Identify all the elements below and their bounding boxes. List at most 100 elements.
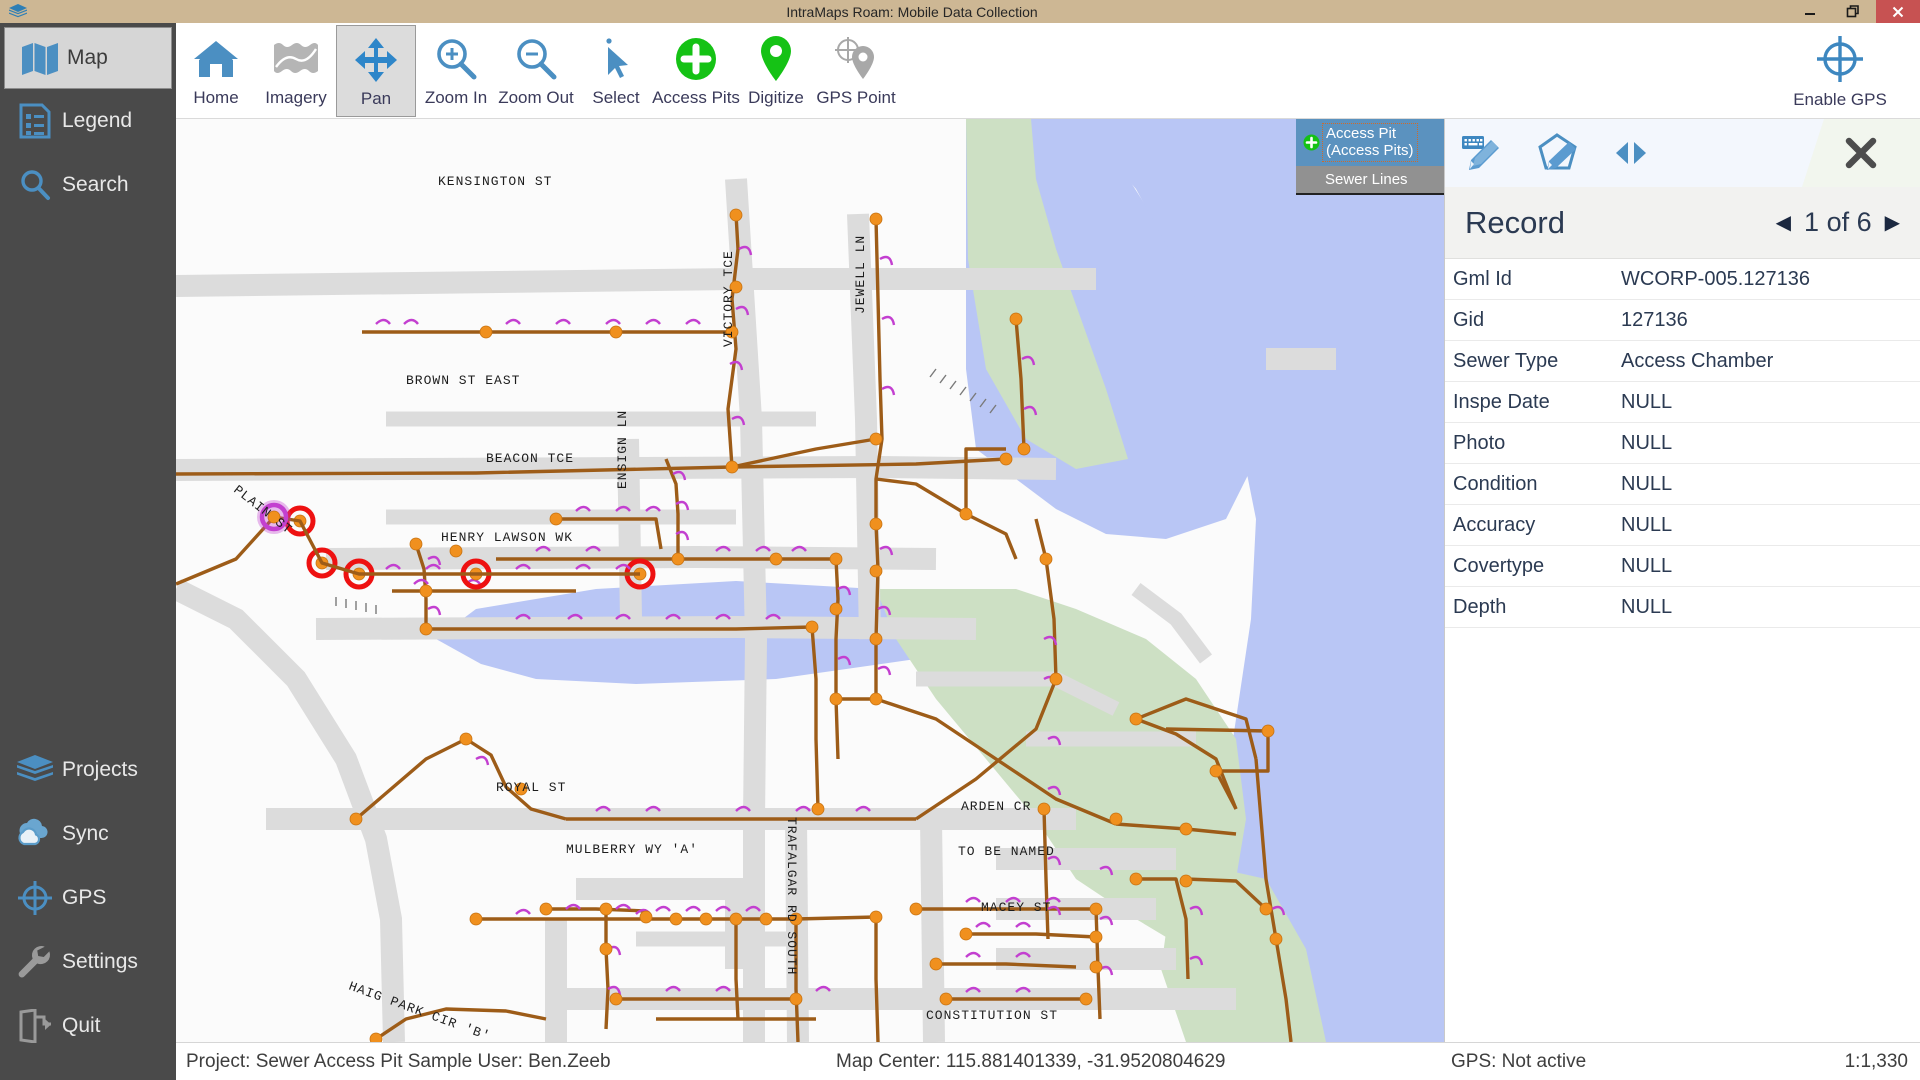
close-icon[interactable] xyxy=(1802,119,1920,187)
tool-label: Digitize xyxy=(748,88,804,107)
zoom-out-icon xyxy=(512,31,560,87)
pan-icon xyxy=(353,32,399,88)
sidebar-item-search[interactable]: Search xyxy=(0,153,176,217)
tool-select[interactable]: Select xyxy=(576,25,656,117)
status-gps: GPS: Not active xyxy=(1451,1050,1587,1072)
record-field-list: Gml Id WCORP-005.127136 Gid 127136 Sewer… xyxy=(1445,259,1920,628)
street-label: CONSTITUTION ST xyxy=(926,1008,1058,1023)
record-field-value[interactable]: 127136 xyxy=(1621,309,1920,332)
imagery-icon xyxy=(270,31,322,87)
record-field-value[interactable]: NULL xyxy=(1621,391,1920,414)
record-row: Photo NULL xyxy=(1445,423,1920,464)
sidebar-item-projects[interactable]: Projects xyxy=(0,738,176,802)
add-green-icon xyxy=(1300,134,1322,151)
status-project-user: Project: Sewer Access Pit Sample User: B… xyxy=(186,1050,611,1072)
record-field-value[interactable]: NULL xyxy=(1621,473,1920,496)
street-label: TO BE NAMED xyxy=(958,844,1055,859)
record-row: Gid 127136 xyxy=(1445,300,1920,341)
sidebar-item-label: Search xyxy=(62,173,129,196)
sidebar-item-label: Legend xyxy=(62,109,133,132)
record-prev-button[interactable]: ◀ xyxy=(1776,210,1791,235)
street-label: BROWN ST EAST xyxy=(406,373,520,388)
street-label: ENSIGN LN xyxy=(615,410,630,489)
record-field-key: Sewer Type xyxy=(1453,349,1559,372)
zoom-in-icon xyxy=(432,31,480,87)
minimize-button[interactable] xyxy=(1788,0,1832,23)
crosshair-icon xyxy=(12,879,58,917)
window-titlebar: IntraMaps Roam: Mobile Data Collection xyxy=(0,0,1920,23)
keyboard-pencil-icon[interactable] xyxy=(1459,130,1505,176)
street-label: ROYAL ST xyxy=(496,780,566,795)
polygon-pencil-icon[interactable] xyxy=(1535,130,1581,176)
close-button[interactable] xyxy=(1876,0,1920,23)
record-navigation: ◀ 1 of 6 ▶ xyxy=(1776,207,1900,238)
record-row: Sewer Type Access Chamber xyxy=(1445,341,1920,382)
tool-label: Select xyxy=(592,88,640,107)
street-label: BEACON TCE xyxy=(486,451,574,466)
record-field-key: Depth xyxy=(1453,595,1507,618)
tool-zoom-in[interactable]: Zoom In xyxy=(416,25,496,117)
record-field-value[interactable]: NULL xyxy=(1621,432,1920,455)
cursor-icon xyxy=(596,31,636,87)
tool-zoom-out[interactable]: Zoom Out xyxy=(496,25,576,117)
layer-option-access-pit[interactable]: Access Pit (Access Pits) xyxy=(1296,119,1444,166)
home-icon xyxy=(190,31,242,87)
legend-icon xyxy=(12,103,58,139)
record-row: Gml Id WCORP-005.127136 xyxy=(1445,259,1920,300)
tool-enable-gps[interactable]: Enable GPS xyxy=(1780,27,1900,119)
tool-digitize[interactable]: Digitize xyxy=(736,25,816,117)
cloud-sync-icon xyxy=(12,817,58,851)
tool-pan[interactable]: Pan xyxy=(336,25,416,117)
window-controls xyxy=(1788,0,1920,23)
tool-label: Access Pits xyxy=(652,88,740,107)
layer-option-sewer-lines[interactable]: Sewer Lines xyxy=(1296,165,1444,195)
street-label: MACEY ST xyxy=(981,900,1051,915)
search-icon xyxy=(12,168,58,202)
layer-option-line1: Access Pit xyxy=(1326,125,1397,142)
map-canvas[interactable]: .rd { stroke:#dcdcdc; fill:none; stroke-… xyxy=(176,119,1444,1042)
record-field-value[interactable]: NULL xyxy=(1621,596,1920,619)
tool-label: Pan xyxy=(360,89,392,108)
left-sidebar: Map Legend Search Projects Sync GPS Sett… xyxy=(0,23,176,1080)
record-row: Covertype NULL xyxy=(1445,546,1920,587)
record-field-value[interactable]: NULL xyxy=(1621,555,1920,578)
record-field-key: Gid xyxy=(1453,308,1485,331)
sidebar-item-settings[interactable]: Settings xyxy=(0,930,176,994)
record-next-button[interactable]: ▶ xyxy=(1885,210,1900,235)
tool-gps-point[interactable]: GPS Point xyxy=(816,25,896,117)
record-field-key: Covertype xyxy=(1453,554,1545,577)
tool-home[interactable]: Home xyxy=(176,25,256,117)
wrench-icon xyxy=(12,944,58,980)
sidebar-item-legend[interactable]: Legend xyxy=(0,89,176,153)
record-panel: Record ◀ 1 of 6 ▶ Gml Id WCORP-005.12713… xyxy=(1444,119,1920,1042)
window-title: IntraMaps Roam: Mobile Data Collection xyxy=(786,3,1038,20)
sidebar-item-sync[interactable]: Sync xyxy=(0,802,176,866)
street-label: JEWELL LN xyxy=(853,235,868,314)
record-field-value[interactable]: Access Chamber xyxy=(1621,350,1920,373)
tool-imagery[interactable]: Imagery xyxy=(256,25,336,117)
street-label: MULBERRY WY 'A' xyxy=(566,842,698,857)
street-label: TRAFALGAR RD SOUTH xyxy=(784,817,799,975)
left-right-arrows-icon[interactable] xyxy=(1611,137,1651,169)
crosshair-icon xyxy=(1814,33,1866,90)
record-field-value[interactable]: NULL xyxy=(1621,514,1920,537)
sidebar-item-quit[interactable]: Quit xyxy=(0,994,176,1058)
sidebar-item-label: Map xyxy=(67,46,108,69)
sidebar-item-map[interactable]: Map xyxy=(4,27,172,89)
layer-selector-overlay: Access Pit (Access Pits) Sewer Lines xyxy=(1296,119,1444,195)
record-field-key: Photo xyxy=(1453,431,1506,454)
status-scale: 1:1,330 xyxy=(1844,1050,1908,1072)
record-row: Depth NULL xyxy=(1445,587,1920,628)
app-icon xyxy=(0,2,36,22)
exit-icon xyxy=(12,1009,58,1043)
record-field-key: Gml Id xyxy=(1453,267,1512,290)
tool-access-pits[interactable]: Access Pits xyxy=(652,25,740,117)
record-field-key: Inspe Date xyxy=(1453,390,1550,413)
add-point-icon xyxy=(672,31,720,87)
record-field-value[interactable]: WCORP-005.127136 xyxy=(1621,268,1920,291)
sidebar-item-gps[interactable]: GPS xyxy=(0,866,176,930)
sidebar-item-label: Quit xyxy=(62,1014,101,1037)
maximize-button[interactable] xyxy=(1832,0,1876,23)
gps-pin-icon xyxy=(830,31,882,87)
sidebar-item-label: Settings xyxy=(62,950,138,973)
